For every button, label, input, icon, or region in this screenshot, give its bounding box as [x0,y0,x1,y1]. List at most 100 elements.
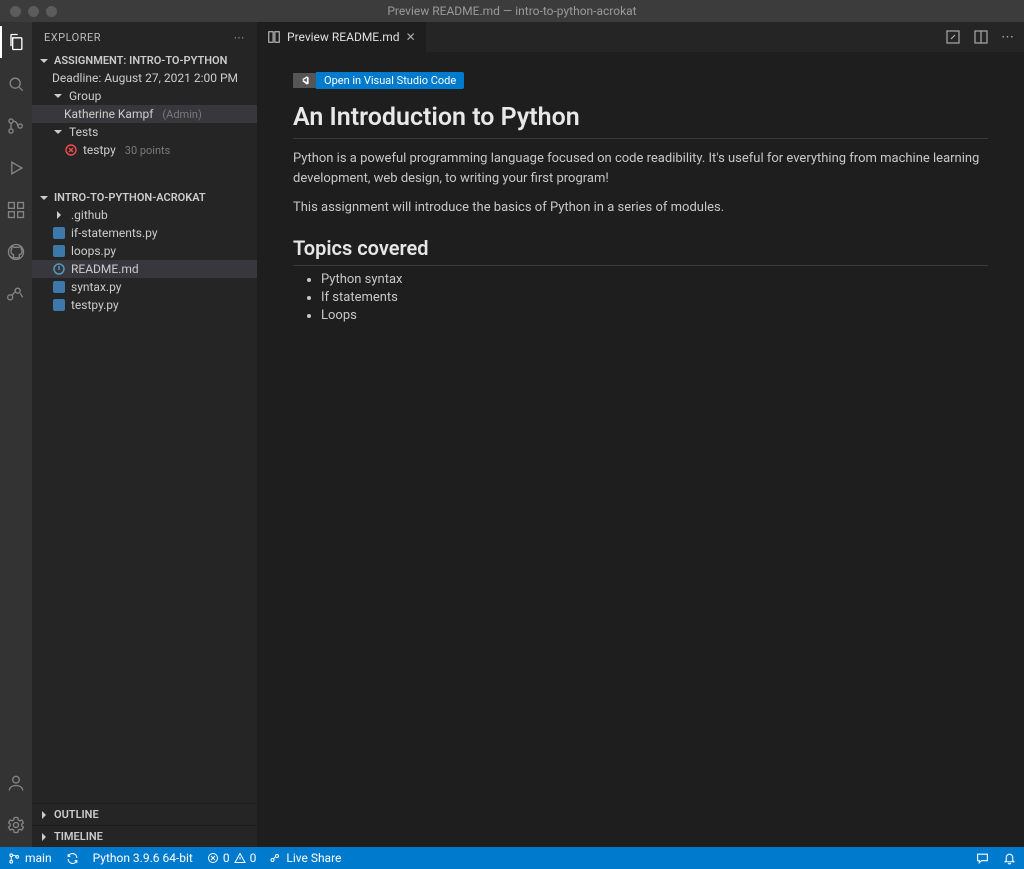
chevron-right-icon [38,831,50,843]
file-name: loops.py [71,244,116,258]
file-row-syntax-py[interactable]: syntax.py [32,278,257,296]
open-in-vscode-badge[interactable]: Open in Visual Studio Code [293,72,464,89]
file-name: .github [71,208,108,222]
assignment-deadline: Deadline: August 27, 2021 2:00 PM [32,69,257,87]
error-count: 0 [223,851,230,865]
status-feedback-icon[interactable] [976,852,989,865]
file-name: if-statements.py [71,226,158,240]
chevron-down-icon [52,90,64,102]
group-label: Group [69,89,101,103]
chevron-down-icon [38,55,50,67]
status-live-share[interactable]: Live Share [270,851,341,865]
sidebar-title: EXPLORER [44,31,101,44]
preview-paragraph-1: Python is a poweful programming language… [293,149,988,188]
badge-text: Open in Visual Studio Code [316,72,464,89]
python-version: Python 3.9.6 64-bit [93,851,193,865]
chevron-right-icon [52,208,66,222]
window-title: Preview README.md — intro-to-python-acro… [0,4,1024,18]
tab-actions: ⋯ [935,22,1024,52]
outline-label: OUTLINE [54,808,99,821]
timeline-section[interactable]: TIMELINE [32,825,257,847]
py-file-icon [52,280,66,294]
test-name: testpy [83,143,116,157]
accounts-icon[interactable] [4,771,28,795]
live-share-icon[interactable] [4,282,28,306]
group-row[interactable]: Group [32,87,257,105]
editor-area: Preview README.md ✕ ⋯ Open in Vis [257,22,1024,847]
test-fail-icon [64,143,78,157]
window-traffic-lights[interactable] [0,6,57,17]
test-points: 30 points [125,144,171,157]
tests-row[interactable]: Tests [32,123,257,141]
github-icon[interactable] [4,240,28,264]
topic-item: If statements [321,290,988,305]
file-row-loops-py[interactable]: loops.py [32,242,257,260]
file-name: testpy.py [71,298,119,312]
status-python[interactable]: Python 3.9.6 64-bit [93,851,193,865]
sidebar-more-icon[interactable]: ⋯ [234,31,246,44]
topic-item: Python syntax [321,272,988,287]
activity-bar [0,22,32,847]
assignment-title: ASSIGNMENT: INTRO-TO-PYTHON [54,54,227,67]
explorer-icon[interactable] [4,30,28,54]
member-role: (Admin) [162,108,201,121]
zoom-window-button[interactable] [46,6,57,17]
member-name: Katherine Kampf [64,107,153,121]
warning-count: 0 [250,851,257,865]
app-body: EXPLORER ⋯ ASSIGNMENT: INTRO-TO-PYTHON D… [0,22,1024,847]
tab-close-icon[interactable]: ✕ [406,30,416,44]
close-window-button[interactable] [10,6,21,17]
chevron-down-icon [52,126,64,138]
explorer-sidebar: EXPLORER ⋯ ASSIGNMENT: INTRO-TO-PYTHON D… [32,22,257,847]
preview-h2: Topics covered [293,236,988,266]
topics-list: Python syntax If statements Loops [293,272,988,323]
topic-item: Loops [321,308,988,323]
search-icon[interactable] [4,72,28,96]
run-debug-icon[interactable] [4,156,28,180]
preview-h1: An Introduction to Python [293,103,988,139]
status-bar: main Python 3.9.6 64-bit 0 0 Live Share [0,847,1024,869]
chevron-down-icon [38,192,50,204]
tab-preview-readme[interactable]: Preview README.md ✕ [257,22,427,52]
status-sync[interactable] [66,852,79,865]
source-control-icon[interactable] [4,114,28,138]
project-title: INTRO-TO-PYTHON-ACROKAT [54,191,206,204]
file-row--github[interactable]: .github [32,206,257,224]
preview-paragraph-2: This assignment will introduce the basic… [293,198,988,218]
markdown-preview: Open in Visual Studio Code An Introducti… [257,52,1024,847]
group-member-row[interactable]: Katherine Kampf (Admin) [32,105,257,123]
outline-section[interactable]: OUTLINE [32,803,257,825]
py-file-icon [52,298,66,312]
live-share-label: Live Share [286,851,341,865]
py-file-icon [52,244,66,258]
extensions-icon[interactable] [4,198,28,222]
branch-name: main [25,851,52,865]
tab-label: Preview README.md [287,30,400,44]
assignment-section[interactable]: ASSIGNMENT: INTRO-TO-PYTHON [32,52,257,69]
show-source-icon[interactable] [945,29,961,45]
preview-icon [267,30,281,44]
file-name: README.md [71,262,139,276]
status-branch[interactable]: main [8,851,52,865]
status-bell-icon[interactable] [1003,852,1016,865]
deadline-text: Deadline: August 27, 2021 2:00 PM [52,71,238,85]
test-item-row[interactable]: testpy 30 points [32,141,257,159]
window-titlebar: Preview README.md — intro-to-python-acro… [0,0,1024,22]
settings-gear-icon[interactable] [4,813,28,837]
py-file-icon [52,226,66,240]
project-section[interactable]: INTRO-TO-PYTHON-ACROKAT [32,189,257,206]
minimize-window-button[interactable] [28,6,39,17]
tests-label: Tests [69,125,98,139]
split-editor-icon[interactable] [973,29,989,45]
editor-tabs: Preview README.md ✕ ⋯ [257,22,1024,52]
chevron-right-icon [38,809,50,821]
file-row-if-statements-py[interactable]: if-statements.py [32,224,257,242]
sidebar-header: EXPLORER ⋯ [32,22,257,52]
more-actions-icon[interactable]: ⋯ [1001,30,1014,45]
file-row-README-md[interactable]: README.md [32,260,257,278]
vscode-logo-icon [293,73,316,88]
file-row-testpy-py[interactable]: testpy.py [32,296,257,314]
timeline-label: TIMELINE [54,830,103,843]
md-file-icon [52,262,66,276]
status-problems[interactable]: 0 0 [207,851,257,865]
